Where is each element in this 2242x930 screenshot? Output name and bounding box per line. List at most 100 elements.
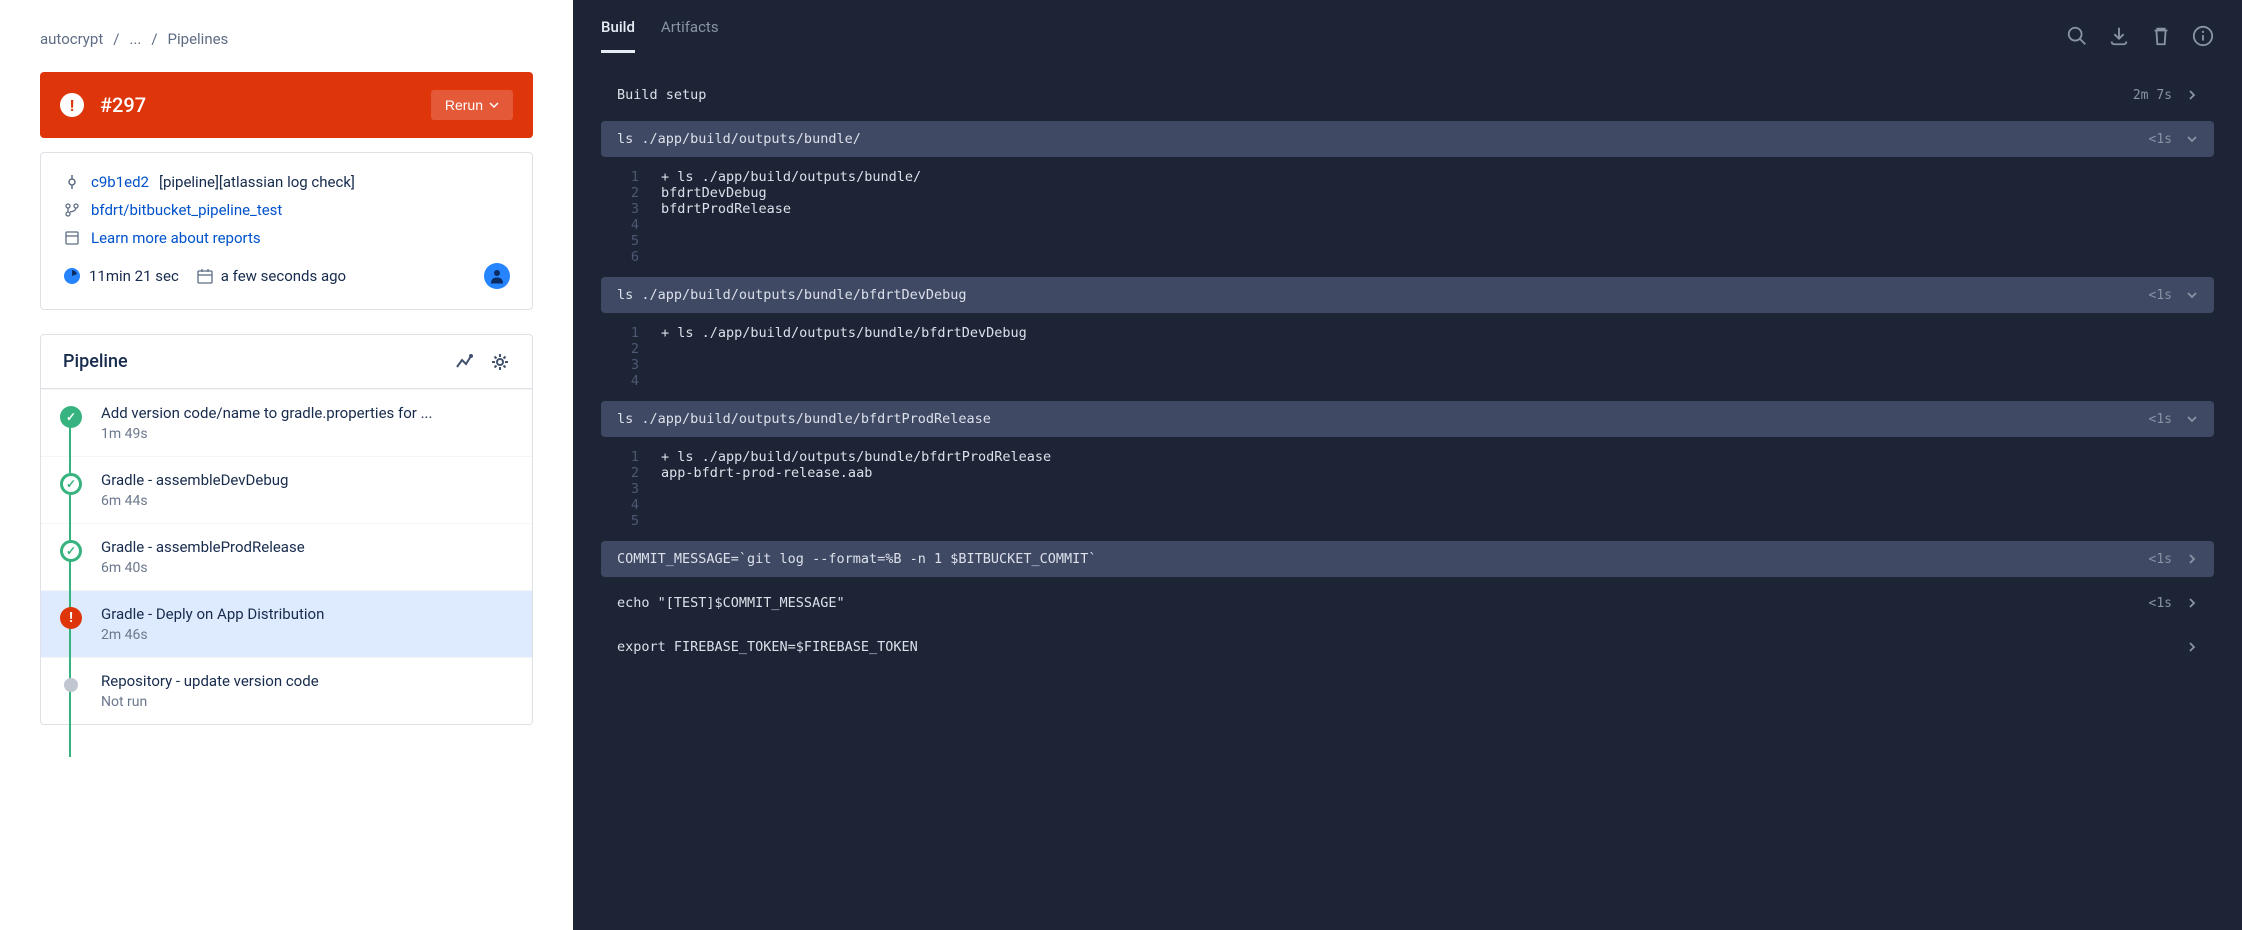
log-duration: <1s xyxy=(2149,288,2172,303)
line-text: + ls ./app/build/outputs/bundle/bfdrtDev… xyxy=(661,325,1027,341)
pipeline-step[interactable]: Gradle - assembleDevDebug 6m 44s xyxy=(41,456,532,523)
step-name: Add version code/name to gradle.properti… xyxy=(101,404,514,422)
step-status-success-icon xyxy=(60,540,82,562)
commit-hash-link[interactable]: c9b1ed2 xyxy=(91,173,149,191)
line-number: 1 xyxy=(601,169,661,185)
step-name: Gradle - Deply on App Distribution xyxy=(101,605,514,623)
step-time: 6m 44s xyxy=(101,493,514,509)
log-command: COMMIT_MESSAGE=`git log --format=%B -n 1… xyxy=(617,551,2149,567)
log-command: echo "[TEST]$COMMIT_MESSAGE" xyxy=(617,595,2149,611)
step-status-notrun-icon xyxy=(64,678,78,692)
log-command: ls ./app/build/outputs/bundle/bfdrtProdR… xyxy=(617,411,2149,427)
log-area: Build setup 2m 7s ls ./app/build/outputs… xyxy=(573,53,2242,930)
log-command-row[interactable]: ls ./app/build/outputs/bundle/<1s xyxy=(601,121,2214,157)
status-header: ! #297 Rerun xyxy=(40,72,533,138)
line-text: + ls ./app/build/outputs/bundle/bfdrtPro… xyxy=(661,449,1051,465)
line-number: 4 xyxy=(601,217,661,233)
step-time: 6m 40s xyxy=(101,560,514,576)
pipeline-step[interactable]: Add version code/name to gradle.properti… xyxy=(41,389,532,456)
error-icon: ! xyxy=(60,93,84,117)
rerun-button[interactable]: Rerun xyxy=(431,90,513,120)
chevron-down-icon xyxy=(2186,413,2198,425)
calendar-icon xyxy=(197,268,213,284)
log-command: ls ./app/build/outputs/bundle/bfdrtDevDe… xyxy=(617,287,2149,303)
log-command-row[interactable]: echo "[TEST]$COMMIT_MESSAGE"<1s xyxy=(601,585,2214,621)
line-text: bfdrtDevDebug xyxy=(661,185,767,201)
pipeline-step[interactable]: Gradle - Deply on App Distribution 2m 46… xyxy=(41,590,532,657)
log-output: 1+ ls ./app/build/outputs/bundle/2bfdrtD… xyxy=(601,165,2214,277)
breadcrumb-project[interactable]: autocrypt xyxy=(40,30,103,48)
pipeline-step[interactable]: Gradle - assembleProdRelease 6m 40s xyxy=(41,523,532,590)
log-command-row[interactable]: ls ./app/build/outputs/bundle/bfdrtProdR… xyxy=(601,401,2214,437)
reports-link[interactable]: Learn more about reports xyxy=(91,229,261,247)
line-number: 3 xyxy=(601,201,661,217)
breadcrumb-page[interactable]: Pipelines xyxy=(168,30,229,48)
line-number: 5 xyxy=(601,513,661,529)
search-icon[interactable] xyxy=(2066,25,2088,47)
line-number: 6 xyxy=(601,249,661,265)
step-name: Gradle - assembleDevDebug xyxy=(101,471,514,489)
log-duration: <1s xyxy=(2149,596,2172,611)
log-command: export FIREBASE_TOKEN=$FIREBASE_TOKEN xyxy=(617,639,2186,655)
user-avatar[interactable] xyxy=(484,263,510,289)
log-output: 1+ ls ./app/build/outputs/bundle/bfdrtDe… xyxy=(601,321,2214,401)
trash-icon[interactable] xyxy=(2150,25,2172,47)
log-header: Build Artifacts xyxy=(573,0,2242,53)
line-number: 4 xyxy=(601,497,661,513)
line-text: + ls ./app/build/outputs/bundle/ xyxy=(661,169,921,185)
step-status-failed-icon xyxy=(60,607,82,629)
metrics-icon[interactable] xyxy=(454,352,474,372)
pipeline-number: #297 xyxy=(100,93,415,117)
step-time: 1m 49s xyxy=(101,426,514,442)
line-number: 3 xyxy=(601,357,661,373)
branch-icon xyxy=(63,203,81,217)
tab-build[interactable]: Build xyxy=(601,18,635,53)
pipeline-steps: Add version code/name to gradle.properti… xyxy=(40,388,533,725)
step-time: Not run xyxy=(101,694,514,710)
info-icon[interactable] xyxy=(2192,25,2214,47)
build-setup-label: Build setup xyxy=(617,87,2133,103)
chevron-down-icon xyxy=(2186,289,2198,301)
step-status-success-icon xyxy=(60,473,82,495)
log-command-row[interactable]: ls ./app/build/outputs/bundle/bfdrtDevDe… xyxy=(601,277,2214,313)
log-command-row[interactable]: export FIREBASE_TOKEN=$FIREBASE_TOKEN xyxy=(601,629,2214,665)
chevron-right-icon xyxy=(2186,89,2198,101)
line-number: 2 xyxy=(601,465,661,481)
tab-artifacts[interactable]: Artifacts xyxy=(661,18,719,53)
breadcrumb-ellipsis[interactable]: ... xyxy=(129,30,141,48)
chevron-right-icon xyxy=(2186,641,2198,653)
line-number: 3 xyxy=(601,481,661,497)
pipeline-title: Pipeline xyxy=(63,351,454,372)
duration-icon xyxy=(63,267,81,285)
line-number: 1 xyxy=(601,449,661,465)
pipeline-step[interactable]: Repository - update version code Not run xyxy=(41,657,532,724)
branch-link[interactable]: bfdrt/bitbucket_pipeline_test xyxy=(91,201,282,219)
line-text: bfdrtProdRelease xyxy=(661,201,791,217)
log-command: ls ./app/build/outputs/bundle/ xyxy=(617,131,2149,147)
chevron-down-icon xyxy=(2186,133,2198,145)
download-icon[interactable] xyxy=(2108,25,2130,47)
log-duration: <1s xyxy=(2149,412,2172,427)
log-duration: <1s xyxy=(2149,132,2172,147)
reports-icon xyxy=(63,231,81,245)
line-text: app-bfdrt-prod-release.aab xyxy=(661,465,872,481)
age-text: a few seconds ago xyxy=(221,267,346,285)
line-number: 2 xyxy=(601,185,661,201)
step-name: Repository - update version code xyxy=(101,672,514,690)
build-setup-row[interactable]: Build setup 2m 7s xyxy=(601,77,2214,113)
line-number: 1 xyxy=(601,325,661,341)
duration-text: 11min 21 sec xyxy=(89,267,179,285)
gear-icon[interactable] xyxy=(490,352,510,372)
chevron-right-icon xyxy=(2186,553,2198,565)
line-number: 4 xyxy=(601,373,661,389)
step-name: Gradle - assembleProdRelease xyxy=(101,538,514,556)
commit-icon xyxy=(63,175,81,189)
breadcrumb: autocrypt / ... / Pipelines xyxy=(40,30,533,48)
commit-message: [pipeline][atlassian log check] xyxy=(159,173,355,191)
line-number: 2 xyxy=(601,341,661,357)
log-output: 1+ ls ./app/build/outputs/bundle/bfdrtPr… xyxy=(601,445,2214,541)
log-command-row[interactable]: COMMIT_MESSAGE=`git log --format=%B -n 1… xyxy=(601,541,2214,577)
step-time: 2m 46s xyxy=(101,627,514,643)
log-duration: <1s xyxy=(2149,552,2172,567)
step-status-success-icon xyxy=(60,406,82,428)
